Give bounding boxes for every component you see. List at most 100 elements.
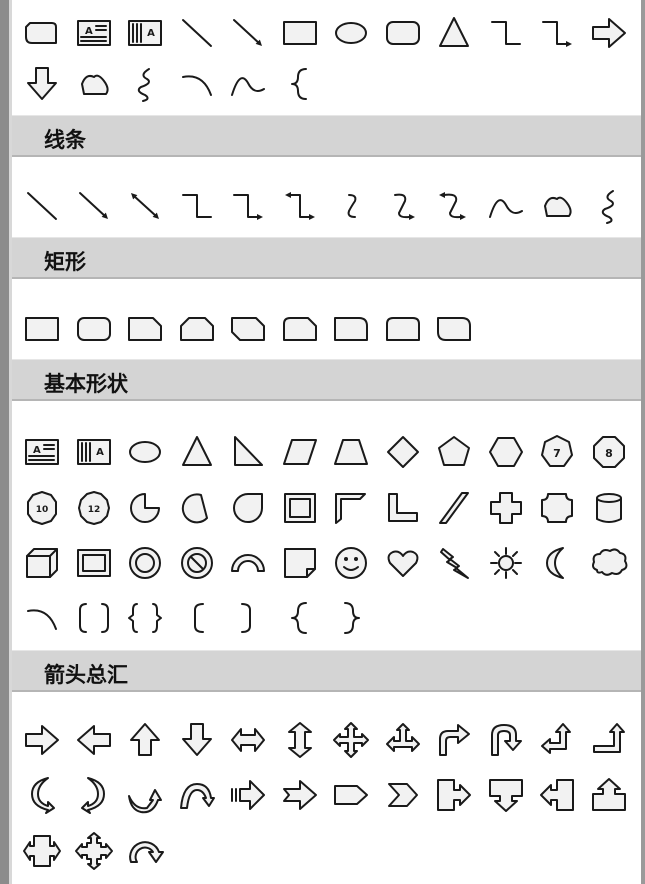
arrow-line-icon[interactable] [224,8,272,58]
down-arrow-icon[interactable] [18,59,66,109]
notched-right-arrow-icon[interactable] [276,770,324,820]
bevel-icon[interactable] [70,538,118,588]
double-arrow-line-icon[interactable] [121,181,169,231]
parallelogram-icon[interactable] [276,427,324,477]
bent-arrow-icon[interactable] [430,715,478,765]
curved-left-arrow-icon[interactable] [70,770,118,820]
donut-icon[interactable] [121,538,169,588]
freeform-icon[interactable] [70,59,118,109]
dodecagon-icon[interactable]: 12 [70,483,118,533]
can-icon[interactable] [585,483,633,533]
curve-icon[interactable] [224,59,272,109]
curved-connector-icon[interactable] [327,181,375,231]
quad-arrow-callout-icon[interactable] [70,826,118,876]
quad-arrow-icon[interactable] [327,715,375,765]
diagonal-stripe-icon[interactable] [430,483,478,533]
bent-up-arrow-icon[interactable] [585,715,633,765]
arrow-line-icon[interactable] [70,181,118,231]
chevron-icon[interactable] [379,770,427,820]
snip-same-side-corner-rect-icon[interactable] [173,304,221,354]
scribble-icon[interactable] [585,181,633,231]
no-symbol-icon[interactable] [173,538,221,588]
text-box-icon[interactable]: A [70,8,118,58]
rounded-rectangle-icon[interactable] [70,304,118,354]
up-arrow-callout-icon[interactable] [585,770,633,820]
octagon-icon[interactable]: 8 [585,427,633,477]
left-up-arrow-icon[interactable] [533,715,581,765]
right-triangle-icon[interactable] [224,427,272,477]
rounded-rectangle-icon[interactable] [379,8,427,58]
folded-corner-icon[interactable] [276,538,324,588]
round-same-side-corner-rect-icon[interactable] [379,304,427,354]
arc-icon[interactable] [173,59,221,109]
left-bracket-icon[interactable] [173,593,221,643]
down-arrow-callout-icon[interactable] [482,770,530,820]
right-arrow-icon[interactable] [585,8,633,58]
up-arrow-icon[interactable] [121,715,169,765]
left-right-up-arrow-icon[interactable] [379,715,427,765]
pentagon-icon[interactable] [430,427,478,477]
vertical-text-box-icon[interactable]: A [70,427,118,477]
cross-icon[interactable] [482,483,530,533]
right-arrow-callout-icon[interactable] [430,770,478,820]
freeform-icon[interactable] [533,181,581,231]
curve-icon[interactable] [482,181,530,231]
elbow-arrow-connector-icon[interactable] [224,181,272,231]
rectangle-icon[interactable] [18,304,66,354]
hexagon-icon[interactable] [482,427,530,477]
chord-icon[interactable] [173,483,221,533]
line-icon[interactable] [18,181,66,231]
up-down-arrow-icon[interactable] [276,715,324,765]
curved-arrow-connector-icon[interactable] [379,181,427,231]
scribble-icon[interactable] [121,59,169,109]
text-box-icon[interactable]: A [18,427,66,477]
sun-icon[interactable] [482,538,530,588]
cloud-icon[interactable] [585,538,633,588]
round-diagonal-corner-rect-icon[interactable] [430,304,478,354]
elbow-connector-icon[interactable] [482,8,530,58]
plaque-icon[interactable] [533,483,581,533]
trapezoid-icon[interactable] [327,427,375,477]
curved-down-arrow-icon[interactable] [173,770,221,820]
heart-icon[interactable] [379,538,427,588]
vertical-text-box-icon[interactable]: A [121,8,169,58]
moon-icon[interactable] [533,538,581,588]
left-arrow-callout-icon[interactable] [533,770,581,820]
right-arrow-icon[interactable] [18,715,66,765]
frame-icon[interactable] [276,483,324,533]
u-turn-arrow-icon[interactable] [482,715,530,765]
triangle-icon[interactable] [430,8,478,58]
arc-icon[interactable] [18,593,66,643]
diamond-icon[interactable] [379,427,427,477]
curved-up-arrow-icon[interactable] [121,770,169,820]
line-icon[interactable] [173,8,221,58]
pie-icon[interactable] [121,483,169,533]
l-shape-icon[interactable] [379,483,427,533]
snip-round-single-corner-rect-icon[interactable] [276,304,324,354]
elbow-arrow-connector-icon[interactable] [533,8,581,58]
oval-icon[interactable] [327,8,375,58]
right-brace-icon[interactable] [327,593,375,643]
rectangle-icon[interactable] [276,8,324,58]
snip-single-corner-rect-icon[interactable] [121,304,169,354]
double-brace-icon[interactable] [121,593,169,643]
smiley-face-icon[interactable] [327,538,375,588]
decagon-icon[interactable]: 10 [18,483,66,533]
left-brace-icon[interactable] [276,59,324,109]
curved-right-arrow-icon[interactable] [18,770,66,820]
block-arc-icon[interactable] [224,538,272,588]
round-single-corner-rect-icon[interactable] [327,304,375,354]
pentagon-arrow-icon[interactable] [327,770,375,820]
left-right-arrow-icon[interactable] [224,715,272,765]
snip-diagonal-corner-rect-icon[interactable] [224,304,272,354]
striped-right-arrow-icon[interactable] [224,770,272,820]
circular-arrow-icon[interactable] [121,826,169,876]
left-right-arrow-callout-icon[interactable] [18,826,66,876]
half-frame-icon[interactable] [327,483,375,533]
elbow-double-arrow-connector-icon[interactable] [276,181,324,231]
lightning-bolt-icon[interactable] [430,538,478,588]
left-arrow-icon[interactable] [70,715,118,765]
elbow-connector-icon[interactable] [173,181,221,231]
curved-double-arrow-connector-icon[interactable] [430,181,478,231]
right-bracket-icon[interactable] [224,593,272,643]
